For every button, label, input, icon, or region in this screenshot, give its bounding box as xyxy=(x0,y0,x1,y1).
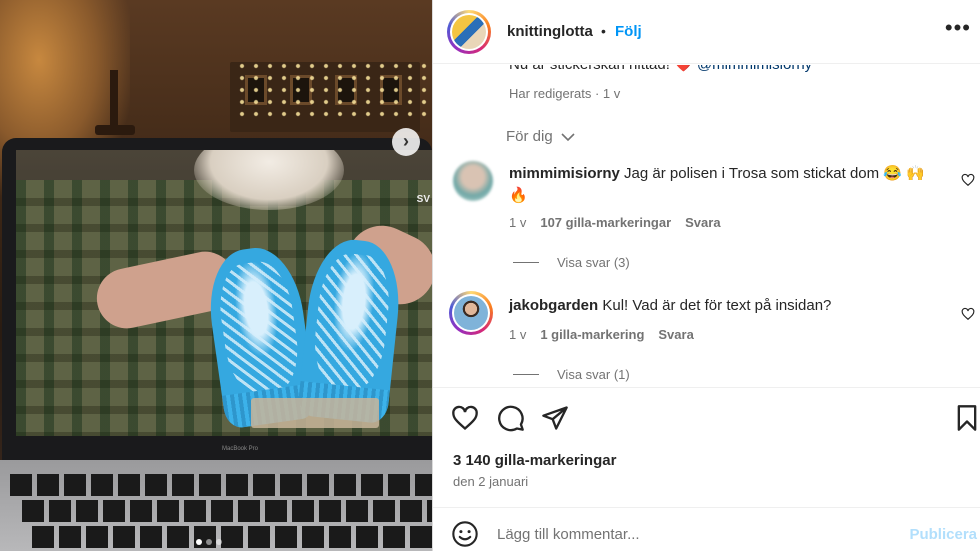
paper-plane-icon[interactable] xyxy=(541,404,569,432)
comment-likes[interactable]: 107 gilla-markeringar xyxy=(540,215,671,230)
chevron-right-icon[interactable]: › xyxy=(392,128,420,156)
avatar[interactable] xyxy=(453,161,493,201)
add-comment-bar: Publicera xyxy=(433,507,980,551)
carousel-dot xyxy=(216,539,222,545)
comment-time: 1 v xyxy=(509,327,527,342)
comment-text: mimmimisiorny Jag är polisen i Trosa som… xyxy=(509,163,949,207)
action-bar: 3 140 gilla-markeringar den 2 januari xyxy=(433,387,980,507)
comment-body: Kul! Vad är det för text på insidan? xyxy=(602,297,832,314)
jar xyxy=(251,398,379,428)
lamp-stand xyxy=(110,70,118,130)
heart-icon[interactable] xyxy=(451,404,479,432)
heart-icon[interactable] xyxy=(961,173,975,187)
comments-scroll[interactable]: Nu är stickerskan hittad! ❤️ @mimmimisio… xyxy=(433,65,980,387)
likes-count[interactable]: 3 140 gilla-markeringar xyxy=(453,452,616,469)
view-replies-label: Visa svar (3) xyxy=(557,255,630,270)
laptop: SV MacBook Pro xyxy=(2,138,432,468)
view-replies-button[interactable]: Visa svar (3) xyxy=(513,255,630,270)
post-panel: knittinglotta • Följ ••• Nu är stickersk… xyxy=(432,0,980,551)
laptop-brand-label: MacBook Pro xyxy=(222,446,259,452)
heart-icon[interactable] xyxy=(961,307,975,321)
edited-timestamp: Har redigerats · 1 v xyxy=(509,86,621,101)
view-replies-label: Visa svar (1) xyxy=(557,367,630,382)
divider xyxy=(513,262,539,263)
fairy-lights xyxy=(235,60,432,120)
keyboard-keys xyxy=(20,500,432,522)
publish-button[interactable]: Publicera xyxy=(909,526,977,543)
comment-time: 1 v xyxy=(509,215,527,230)
divider xyxy=(513,374,539,375)
separator: • xyxy=(601,23,606,39)
carousel-indicator xyxy=(196,539,222,545)
comment-text: jakobgarden Kul! Vad är det för text på … xyxy=(509,295,949,317)
comment-input[interactable] xyxy=(497,522,897,546)
keyboard-keys xyxy=(30,526,432,548)
carousel-dot xyxy=(206,539,212,545)
lamp-base xyxy=(95,125,135,135)
post-image[interactable]: SV MacBook Pro › xyxy=(0,0,432,551)
comment-meta: 1 v 107 gilla-markeringar Svara xyxy=(509,215,721,230)
for-you-label: För dig xyxy=(506,128,553,145)
screen-overlay-text: SV xyxy=(416,194,430,205)
comment-likes[interactable]: 1 gilla-markering xyxy=(540,327,644,342)
author-username[interactable]: knittinglotta xyxy=(507,23,593,40)
keyboard-keys xyxy=(8,474,432,496)
caption-text: Nu är stickerskan hittad! xyxy=(509,65,670,73)
comment-body-line2: 🔥 xyxy=(509,187,528,204)
comment-body: Jag är polisen i Trosa som stickat dom 😂… xyxy=(624,165,925,182)
avatar[interactable] xyxy=(449,291,493,335)
comment-username[interactable]: mimmimisiorny xyxy=(509,165,620,182)
carousel-dot xyxy=(196,539,202,545)
reply-button[interactable]: Svara xyxy=(658,327,693,342)
post-caption: Nu är stickerskan hittad! ❤️ @mimmimisio… xyxy=(509,65,812,73)
follow-button[interactable]: Följ xyxy=(615,23,642,40)
keyboard xyxy=(0,460,432,551)
avatar[interactable] xyxy=(447,10,491,54)
bookmark-icon[interactable] xyxy=(953,404,980,432)
mention-link[interactable]: @mimmimisiorny xyxy=(697,65,812,73)
view-replies-button[interactable]: Visa svar (1) xyxy=(513,367,630,382)
ellipsis-icon[interactable]: ••• xyxy=(945,17,971,39)
comment-username[interactable]: jakobgarden xyxy=(509,297,598,314)
post-date: den 2 januari xyxy=(453,474,529,489)
chevron-down-icon xyxy=(561,133,575,142)
post-header: knittinglotta • Följ ••• xyxy=(433,0,980,64)
heart-emoji: ❤️ xyxy=(674,65,693,73)
reply-button[interactable]: Svara xyxy=(685,215,720,230)
for-you-dropdown[interactable]: För dig xyxy=(506,128,575,145)
laptop-screen: SV xyxy=(16,150,432,436)
comment-icon[interactable] xyxy=(497,404,525,432)
smiley-icon[interactable] xyxy=(451,520,479,548)
comment-meta: 1 v 1 gilla-markering Svara xyxy=(509,327,694,342)
